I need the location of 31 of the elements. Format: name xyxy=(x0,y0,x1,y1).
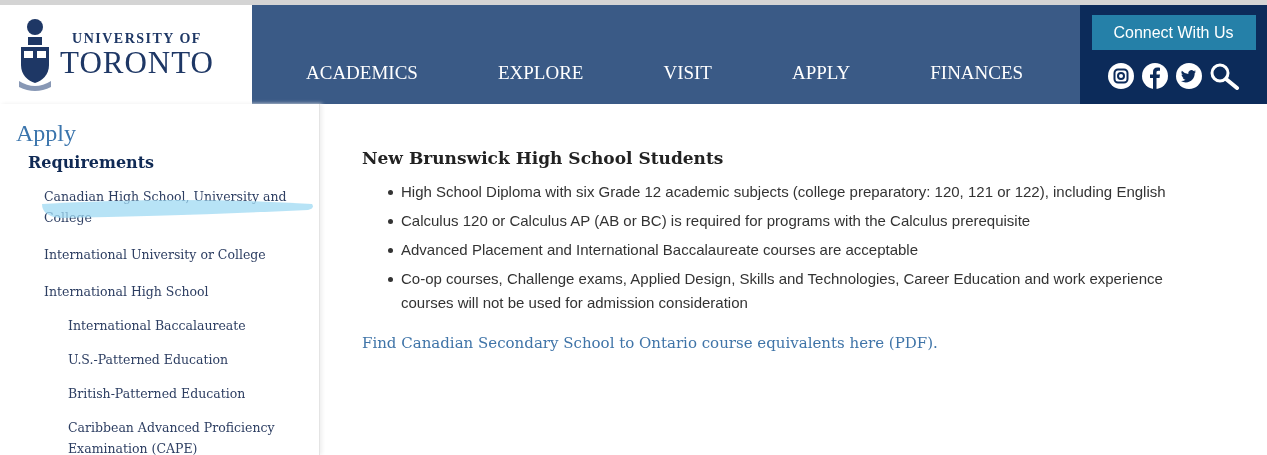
requirement-item: Co-op courses, Challenge exams, Applied Design, Skills and Technologies, Career Education and work experience courses will not be used for admission consideration xyxy=(401,269,1164,313)
pdf-link[interactable]: Find Canadian Secondary School to Ontario course equivalents here (PDF). xyxy=(362,334,938,352)
requirement-item: High School Diploma with six Grade 12 academic subjects (college preparatory: 120, 121 or 122), including English xyxy=(401,182,1166,202)
requirement-item: Advanced Placement and International Baccalaureate courses are acceptable xyxy=(401,240,919,260)
section-heading: New Brunswick High School Students xyxy=(362,148,725,168)
twitter-icon[interactable] xyxy=(1174,62,1203,90)
sidebar-link[interactable]: U.S.-Patterned Education xyxy=(68,349,308,370)
facebook-icon[interactable] xyxy=(1140,62,1169,90)
nav-link[interactable]: FINANCES xyxy=(930,62,1024,84)
search-icon[interactable] xyxy=(1208,62,1241,90)
instagram-icon[interactable] xyxy=(1106,62,1135,90)
sidebar-link[interactable]: International High School xyxy=(44,281,306,302)
nav-link[interactable]: EXPLORE xyxy=(497,62,584,84)
university-logo[interactable]: UNIVERSITY OF TORONTO xyxy=(60,31,214,78)
sidebar-link[interactable]: International University or College xyxy=(44,244,306,265)
sidebar-title[interactable]: Apply xyxy=(16,120,319,147)
bullet-icon xyxy=(388,219,393,224)
sidebar-link[interactable]: International Baccalaureate xyxy=(68,315,308,336)
crest-icon xyxy=(18,16,52,93)
nav-link[interactable]: APPLY xyxy=(791,62,851,84)
sidebar-section-heading[interactable]: Requirements xyxy=(28,153,319,172)
bullet-icon xyxy=(388,248,393,253)
connect-button[interactable]: Connect With Us xyxy=(1091,15,1256,50)
bullet-icon xyxy=(388,277,393,282)
requirement-item: Calculus 120 or Calculus AP (AB or BC) is required for programs with the Calculus prerequisite xyxy=(401,211,1032,231)
bullet-icon xyxy=(388,190,393,195)
sidebar-link[interactable]: Canadian High School, University and College xyxy=(44,186,306,228)
nav-link[interactable]: ACADEMICS xyxy=(306,62,418,84)
sidebar-link[interactable]: Caribbean Advanced Proficiency Examination (CAPE) xyxy=(68,417,308,455)
sidebar-link[interactable]: British-Patterned Education xyxy=(68,383,308,404)
nav-link[interactable]: VISIT xyxy=(663,62,712,84)
